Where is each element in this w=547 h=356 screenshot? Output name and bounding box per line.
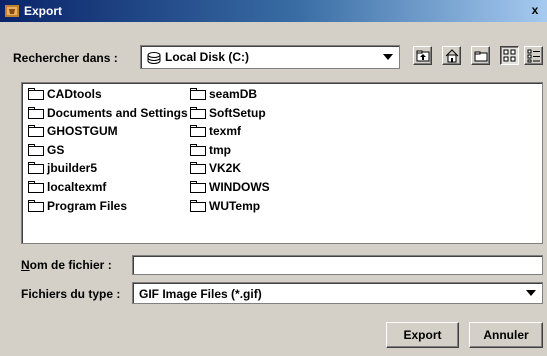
window-title: Export [24, 4, 63, 18]
file-list-item-label: VK2K [209, 161, 242, 176]
folder-icon [28, 143, 44, 156]
folder-icon [190, 125, 206, 138]
list-view-icon [503, 49, 516, 62]
folder-icon [28, 199, 44, 212]
export-button[interactable]: Export [386, 322, 459, 348]
folder-icon [28, 88, 44, 100]
file-list-item-label: SoftSetup [209, 105, 266, 120]
details-view-icon [527, 49, 540, 63]
folder-icon [28, 162, 44, 175]
folder-icon [28, 125, 44, 138]
file-list-item-label: localtexmf [47, 180, 107, 194]
folder-icon [190, 88, 206, 100]
file-type-combo[interactable]: GIF Image Files (*.gif) [132, 282, 543, 304]
file-name-input[interactable] [132, 255, 543, 275]
file-list-item-label: CADtools [47, 87, 102, 101]
file-list-item-label: GHOSTGUM [47, 124, 118, 139]
home-button[interactable] [442, 46, 461, 65]
disk-drive-icon [147, 52, 161, 64]
details-view-button[interactable] [524, 46, 543, 65]
new-folder-button[interactable] [471, 46, 490, 65]
file-list-item-label: Program Files [47, 198, 128, 213]
java-cup-icon [5, 5, 19, 17]
home-icon [445, 49, 459, 63]
chevron-down-icon [526, 290, 536, 296]
file-name-mnemonic: N [21, 258, 30, 272]
look-in-label: Rechercher dans : [13, 51, 118, 65]
file-list-item-label: seamDB [209, 87, 258, 101]
file-list-item-label: Documents and Settings [47, 105, 188, 120]
folder-icon [190, 162, 206, 175]
new-folder-icon [474, 51, 488, 62]
file-list-item-label: tmp [209, 142, 231, 157]
folder-icon [28, 181, 44, 193]
folder-up-icon [416, 50, 430, 62]
file-list-item-label: jbuilder5 [47, 161, 98, 176]
file-type-value: GIF Image Files (*.gif) [139, 287, 262, 301]
title-bar: Export x [0, 0, 547, 22]
folder-icon [190, 106, 206, 119]
look-in-combo[interactable]: Local Disk (C:) [140, 45, 400, 69]
folder-icon [190, 199, 206, 212]
file-list-item-label: texmf [209, 124, 242, 139]
cancel-button[interactable]: Annuler [469, 322, 543, 348]
close-button[interactable]: x [527, 3, 543, 18]
file-list-item-label: WINDOWS [209, 180, 270, 194]
up-one-level-button[interactable] [413, 46, 432, 65]
file-name-label-rest: om de fichier : [29, 258, 112, 272]
file-name-label: Nom de fichier : [21, 258, 112, 272]
folder-icon [190, 143, 206, 156]
file-list-item-label: GS [47, 142, 65, 157]
chevron-down-icon [383, 54, 393, 60]
file-list[interactable]: CADtools Documents and Settings GHOSTGUM GS… [21, 82, 543, 244]
folder-icon [28, 106, 44, 119]
file-type-label: Fichiers du type : [21, 287, 121, 301]
look-in-value: Local Disk (C:) [165, 50, 250, 64]
export-dialog: Export x Rechercher dans : Local Disk (C… [0, 0, 547, 356]
file-list-item-label: WUTemp [209, 198, 261, 213]
list-view-button[interactable] [500, 46, 519, 65]
folder-icon [190, 181, 206, 193]
